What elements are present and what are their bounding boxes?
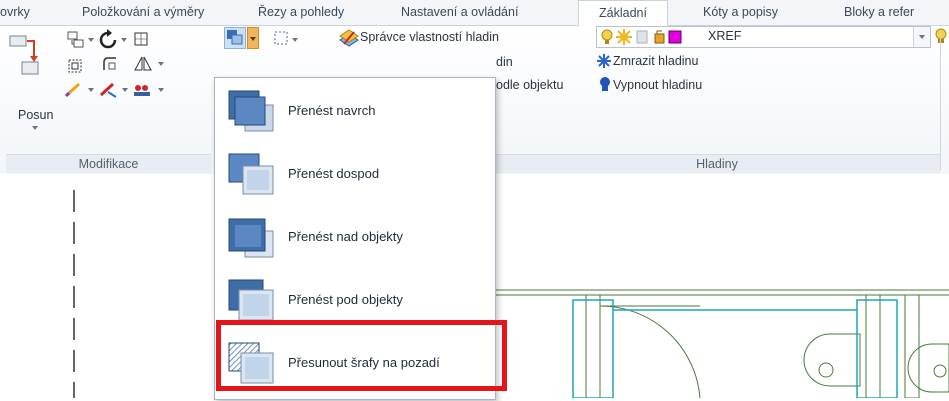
send-to-back-icon: [228, 153, 274, 195]
copy-tool-dropdown[interactable]: [88, 38, 94, 42]
menu-item-label: Přenést navrch: [288, 103, 376, 118]
freeze-layer-label[interactable]: Zmrazit hladinu: [613, 54, 698, 68]
highlight-frame: [216, 320, 507, 391]
stretch-tool-dropdown[interactable]: [88, 88, 94, 92]
tab-polozkovani-a-vymery[interactable]: Položkování a výměry: [82, 0, 242, 25]
tab-koty-a-popisy[interactable]: Kóty a popisy: [703, 0, 813, 25]
tab-obrysy[interactable]: ovrky: [0, 0, 58, 25]
menu-item-bring-to-front[interactable]: Přenést navrch: [215, 81, 495, 143]
array-tool-icon[interactable]: [132, 80, 154, 103]
array-tool-dropdown[interactable]: [158, 88, 164, 92]
bring-above-objects-icon: [228, 218, 274, 258]
stretch-tool-icon[interactable]: [64, 80, 86, 103]
tab-nastaveni-a-ovladani[interactable]: Nastavení a ovládání: [401, 0, 561, 25]
tab-zakladni[interactable]: Základní: [578, 0, 668, 26]
layer-color-swatch: [668, 30, 682, 44]
turn-off-layer-label[interactable]: Vypnout hladinu: [613, 78, 702, 92]
menu-item-send-to-back[interactable]: Přenést dospod: [215, 144, 495, 206]
trim-tool-dropdown[interactable]: [122, 88, 128, 92]
layer-combo-dropdown[interactable]: [913, 27, 930, 47]
rotate-tool-icon[interactable]: [98, 29, 118, 54]
layer-manager-label[interactable]: Správce vlastností hladin: [360, 30, 499, 44]
layer-combo[interactable]: XREF: [596, 26, 931, 48]
layer-item-line2[interactable]: din: [496, 55, 513, 69]
fillet-tool-icon[interactable]: [100, 54, 120, 77]
move-icon: [9, 35, 39, 75]
layer-manager-icon[interactable]: [338, 28, 360, 51]
scale-tool-icon[interactable]: [132, 30, 152, 53]
bulb-icon[interactable]: [934, 27, 948, 50]
menu-item-bring-above-objects[interactable]: Přenést nad objekty: [215, 207, 495, 269]
posun-button[interactable]: [8, 32, 48, 88]
freeze-layer-icon[interactable]: [596, 53, 612, 72]
arrange-order-dropdown[interactable]: [247, 27, 259, 49]
send-under-objects-icon: [228, 279, 274, 321]
layer-off-bulb-icon[interactable]: [598, 76, 612, 97]
modifikace-panel-label: Modifikace: [6, 154, 211, 173]
tab-rezy-a-pohledy[interactable]: Řezy a pohledy: [258, 0, 378, 25]
layer-name: XREF: [708, 29, 742, 43]
trim-tool-icon[interactable]: [98, 80, 120, 103]
mirror-tool-dropdown[interactable]: [158, 62, 164, 66]
layer-item-line3[interactable]: odle objektu: [496, 78, 563, 92]
panel-separator: [940, 34, 941, 170]
copy-tool-icon[interactable]: [66, 30, 86, 53]
menu-item-label: Přenést nad objekty: [288, 229, 403, 244]
mirror-tool-icon[interactable]: [133, 54, 153, 77]
tab-bloky-a-reference[interactable]: Bloky a refer: [844, 0, 949, 25]
posun-dropdown-arrow[interactable]: [32, 126, 38, 130]
menu-item-label: Přenést pod objekty: [288, 292, 403, 307]
rotate-tool-dropdown[interactable]: [121, 38, 127, 42]
bring-to-front-icon: [228, 90, 274, 132]
posun-label[interactable]: Posun: [18, 108, 53, 122]
menu-item-label: Přenést dospod: [288, 166, 380, 181]
select-group-icon[interactable]: [272, 29, 290, 50]
hladiny-panel-label: Hladiny: [494, 154, 940, 173]
select-group-dropdown[interactable]: [292, 38, 298, 42]
offset-tool-icon[interactable]: [66, 56, 86, 79]
ribbon-tab-strip: ovrky Položkování a výměry Řezy a pohled…: [0, 0, 949, 26]
arrange-order-button[interactable]: [224, 27, 246, 49]
layer-state-icons: [601, 29, 682, 45]
